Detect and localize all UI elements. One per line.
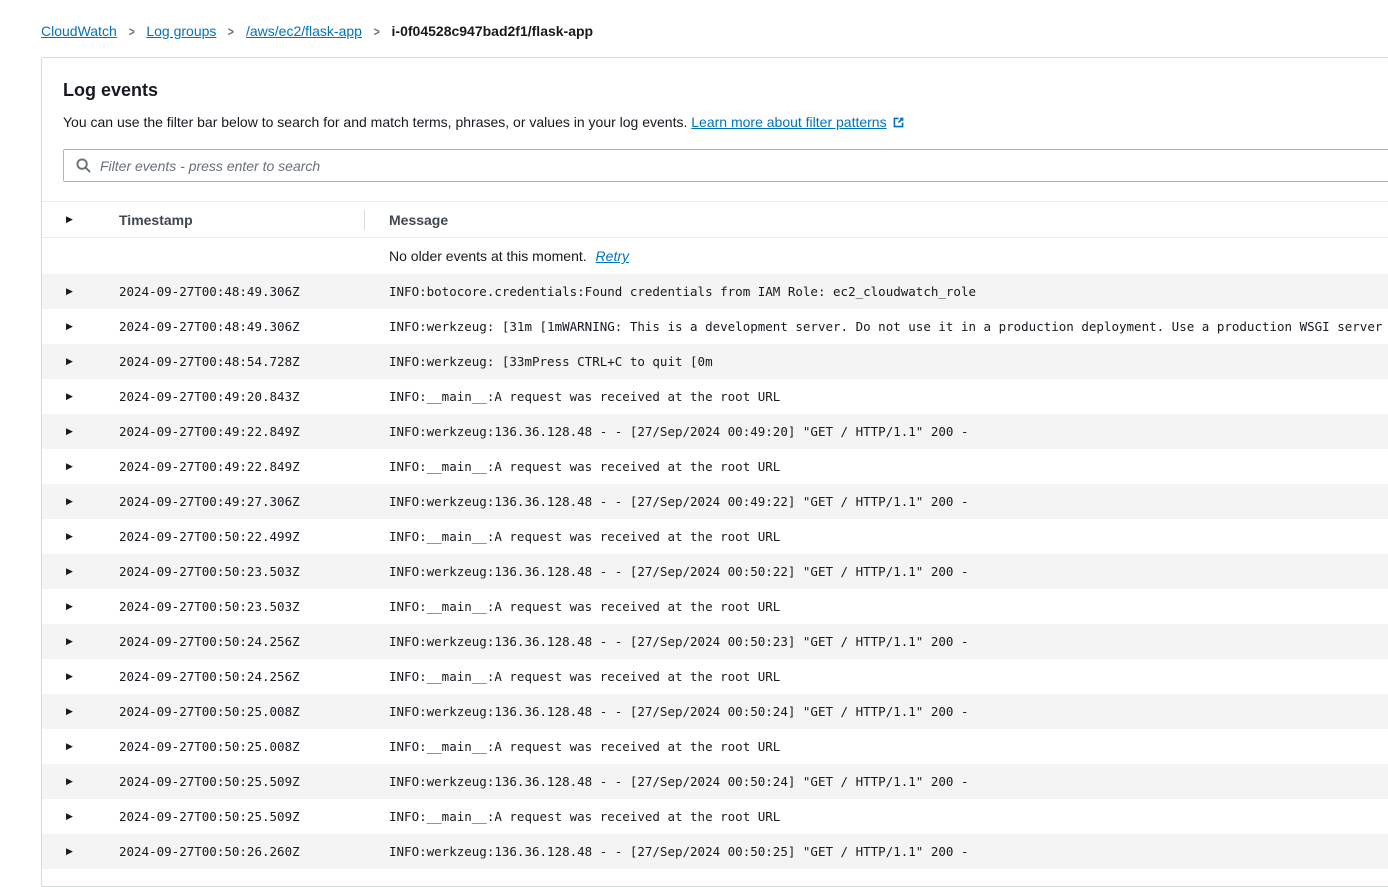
event-message: INFO:__main__:A request was received at … — [389, 599, 1388, 614]
event-message: INFO:__main__:A request was received at … — [389, 669, 1388, 684]
breadcrumb-chevron-icon: > — [374, 24, 380, 39]
filter-events-input[interactable] — [100, 150, 1388, 181]
expand-row-icon[interactable]: ▶ — [66, 742, 73, 751]
log-events-panel: Log events You can use the filter bar be… — [41, 57, 1388, 887]
event-timestamp: 2024-09-27T00:50:26.260Z — [119, 844, 389, 859]
event-message: INFO:__main__:A request was received at … — [389, 459, 1388, 474]
filter-bar[interactable] — [63, 149, 1388, 182]
log-event-row[interactable]: ▶ 2024-09-27T00:48:54.728Z INFO:werkzeug… — [42, 344, 1388, 379]
event-timestamp: 2024-09-27T00:48:49.306Z — [119, 319, 389, 334]
event-timestamp: 2024-09-27T00:50:23.503Z — [119, 599, 389, 614]
breadcrumb-link-cloudwatch[interactable]: CloudWatch — [41, 23, 117, 39]
log-event-row[interactable]: ▶ 2024-09-27T00:50:25.008Z INFO:werkzeug… — [42, 694, 1388, 729]
event-timestamp: 2024-09-27T00:50:23.503Z — [119, 564, 389, 579]
breadcrumb-chevron-icon: > — [228, 24, 234, 39]
page-title: Log events — [63, 80, 1388, 101]
search-icon — [76, 158, 91, 173]
log-event-row[interactable]: ▶ 2024-09-27T00:49:22.849Z INFO:__main__… — [42, 449, 1388, 484]
breadcrumb-link-log-group[interactable]: /aws/ec2/flask-app — [246, 23, 362, 39]
event-timestamp: 2024-09-27T00:48:54.728Z — [119, 354, 389, 369]
expand-row-icon[interactable]: ▶ — [66, 462, 73, 471]
expand-row-icon[interactable]: ▶ — [66, 497, 73, 506]
event-message: INFO:__main__:A request was received at … — [389, 389, 1388, 404]
event-timestamp: 2024-09-27T00:50:24.256Z — [119, 669, 389, 684]
event-timestamp: 2024-09-27T00:50:25.509Z — [119, 774, 389, 789]
retry-link[interactable]: Retry — [596, 248, 629, 264]
timestamp-column-header: Timestamp — [119, 212, 389, 228]
breadcrumb-chevron-icon: > — [129, 24, 135, 39]
breadcrumb-current-stream: i-0f04528c947bad2f1/flask-app — [392, 23, 594, 39]
expand-column-icon: ▶ — [66, 215, 73, 224]
expand-row-icon[interactable]: ▶ — [66, 287, 73, 296]
event-timestamp: 2024-09-27T00:49:27.306Z — [119, 494, 389, 509]
log-event-row[interactable]: ▶ 2024-09-27T00:50:23.503Z INFO:__main__… — [42, 589, 1388, 624]
log-event-row[interactable]: ▶ 2024-09-27T00:48:49.306Z INFO:botocore… — [42, 274, 1388, 309]
expand-row-icon[interactable]: ▶ — [66, 567, 73, 576]
expand-row-icon[interactable]: ▶ — [66, 847, 73, 856]
expand-row-icon[interactable]: ▶ — [66, 357, 73, 366]
log-rows-container: ▶ 2024-09-27T00:48:49.306Z INFO:botocore… — [42, 274, 1388, 869]
expand-row-icon[interactable]: ▶ — [66, 777, 73, 786]
expand-row-icon[interactable]: ▶ — [66, 532, 73, 541]
expand-row-icon[interactable]: ▶ — [66, 637, 73, 646]
event-timestamp: 2024-09-27T00:50:25.008Z — [119, 739, 389, 754]
event-message: INFO:botocore.credentials:Found credenti… — [389, 284, 1388, 299]
event-timestamp: 2024-09-27T00:49:22.849Z — [119, 459, 389, 474]
event-message: INFO:werkzeug:136.36.128.48 - - [27/Sep/… — [389, 424, 1388, 439]
expand-row-icon[interactable]: ▶ — [66, 707, 73, 716]
expand-row-icon[interactable]: ▶ — [66, 427, 73, 436]
panel-description: You can use the filter bar below to sear… — [63, 114, 1388, 132]
event-timestamp: 2024-09-27T00:49:22.849Z — [119, 424, 389, 439]
event-message: INFO:werkzeug:136.36.128.48 - - [27/Sep/… — [389, 704, 1388, 719]
event-timestamp: 2024-09-27T00:50:25.008Z — [119, 704, 389, 719]
table-header: ▶ Timestamp Message — [42, 201, 1388, 238]
description-text: You can use the filter bar below to sear… — [63, 114, 687, 130]
event-message: INFO:werkzeug:136.36.128.48 - - [27/Sep/… — [389, 564, 1388, 579]
event-timestamp: 2024-09-27T00:50:24.256Z — [119, 634, 389, 649]
log-event-row[interactable]: ▶ 2024-09-27T00:50:24.256Z INFO:__main__… — [42, 659, 1388, 694]
event-timestamp: 2024-09-27T00:50:25.509Z — [119, 809, 389, 824]
no-older-events-row: No older events at this moment. Retry — [42, 238, 1388, 274]
log-event-row[interactable]: ▶ 2024-09-27T00:50:23.503Z INFO:werkzeug… — [42, 554, 1388, 589]
breadcrumb-link-log-groups[interactable]: Log groups — [146, 23, 216, 39]
log-event-row[interactable]: ▶ 2024-09-27T00:50:22.499Z INFO:__main__… — [42, 519, 1388, 554]
log-event-row[interactable]: ▶ 2024-09-27T00:49:22.849Z INFO:werkzeug… — [42, 414, 1388, 449]
expand-row-icon[interactable]: ▶ — [66, 392, 73, 401]
expand-row-icon[interactable]: ▶ — [66, 672, 73, 681]
learn-more-link[interactable]: Learn more about filter patterns — [691, 114, 904, 130]
breadcrumb: CloudWatch > Log groups > /aws/ec2/flask… — [41, 23, 593, 39]
log-event-row[interactable]: ▶ 2024-09-27T00:50:25.509Z INFO:werkzeug… — [42, 764, 1388, 799]
log-event-row[interactable]: ▶ 2024-09-27T00:50:24.256Z INFO:werkzeug… — [42, 624, 1388, 659]
event-message: INFO:__main__:A request was received at … — [389, 529, 1388, 544]
event-message: INFO:werkzeug:136.36.128.48 - - [27/Sep/… — [389, 494, 1388, 509]
event-message: INFO:werkzeug: [31m [1mWARNING: This is … — [389, 319, 1388, 334]
log-events-table: ▶ Timestamp Message No older events at t… — [42, 201, 1388, 869]
expand-row-icon[interactable]: ▶ — [66, 322, 73, 331]
external-link-icon — [892, 116, 905, 132]
learn-more-label: Learn more about filter patterns — [691, 114, 886, 130]
event-message: INFO:werkzeug:136.36.128.48 - - [27/Sep/… — [389, 634, 1388, 649]
event-message: INFO:werkzeug:136.36.128.48 - - [27/Sep/… — [389, 844, 1388, 859]
log-event-row[interactable]: ▶ 2024-09-27T00:49:20.843Z INFO:__main__… — [42, 379, 1388, 414]
expand-row-icon[interactable]: ▶ — [66, 812, 73, 821]
event-message: INFO:werkzeug:136.36.128.48 - - [27/Sep/… — [389, 774, 1388, 789]
expand-row-icon[interactable]: ▶ — [66, 602, 73, 611]
log-event-row[interactable]: ▶ 2024-09-27T00:49:27.306Z INFO:werkzeug… — [42, 484, 1388, 519]
event-message: INFO:__main__:A request was received at … — [389, 809, 1388, 824]
event-message: INFO:werkzeug: [33mPress CTRL+C to quit … — [389, 354, 1388, 369]
event-timestamp: 2024-09-27T00:49:20.843Z — [119, 389, 389, 404]
event-timestamp: 2024-09-27T00:48:49.306Z — [119, 284, 389, 299]
event-timestamp: 2024-09-27T00:50:22.499Z — [119, 529, 389, 544]
log-event-row[interactable]: ▶ 2024-09-27T00:50:25.008Z INFO:__main__… — [42, 729, 1388, 764]
log-event-row[interactable]: ▶ 2024-09-27T00:50:26.260Z INFO:werkzeug… — [42, 834, 1388, 869]
log-event-row[interactable]: ▶ 2024-09-27T00:50:25.509Z INFO:__main__… — [42, 799, 1388, 834]
log-event-row[interactable]: ▶ 2024-09-27T00:48:49.306Z INFO:werkzeug… — [42, 309, 1388, 344]
no-older-events-text: No older events at this moment. — [389, 248, 587, 264]
message-column-header: Message — [389, 212, 1388, 228]
event-message: INFO:__main__:A request was received at … — [389, 739, 1388, 754]
